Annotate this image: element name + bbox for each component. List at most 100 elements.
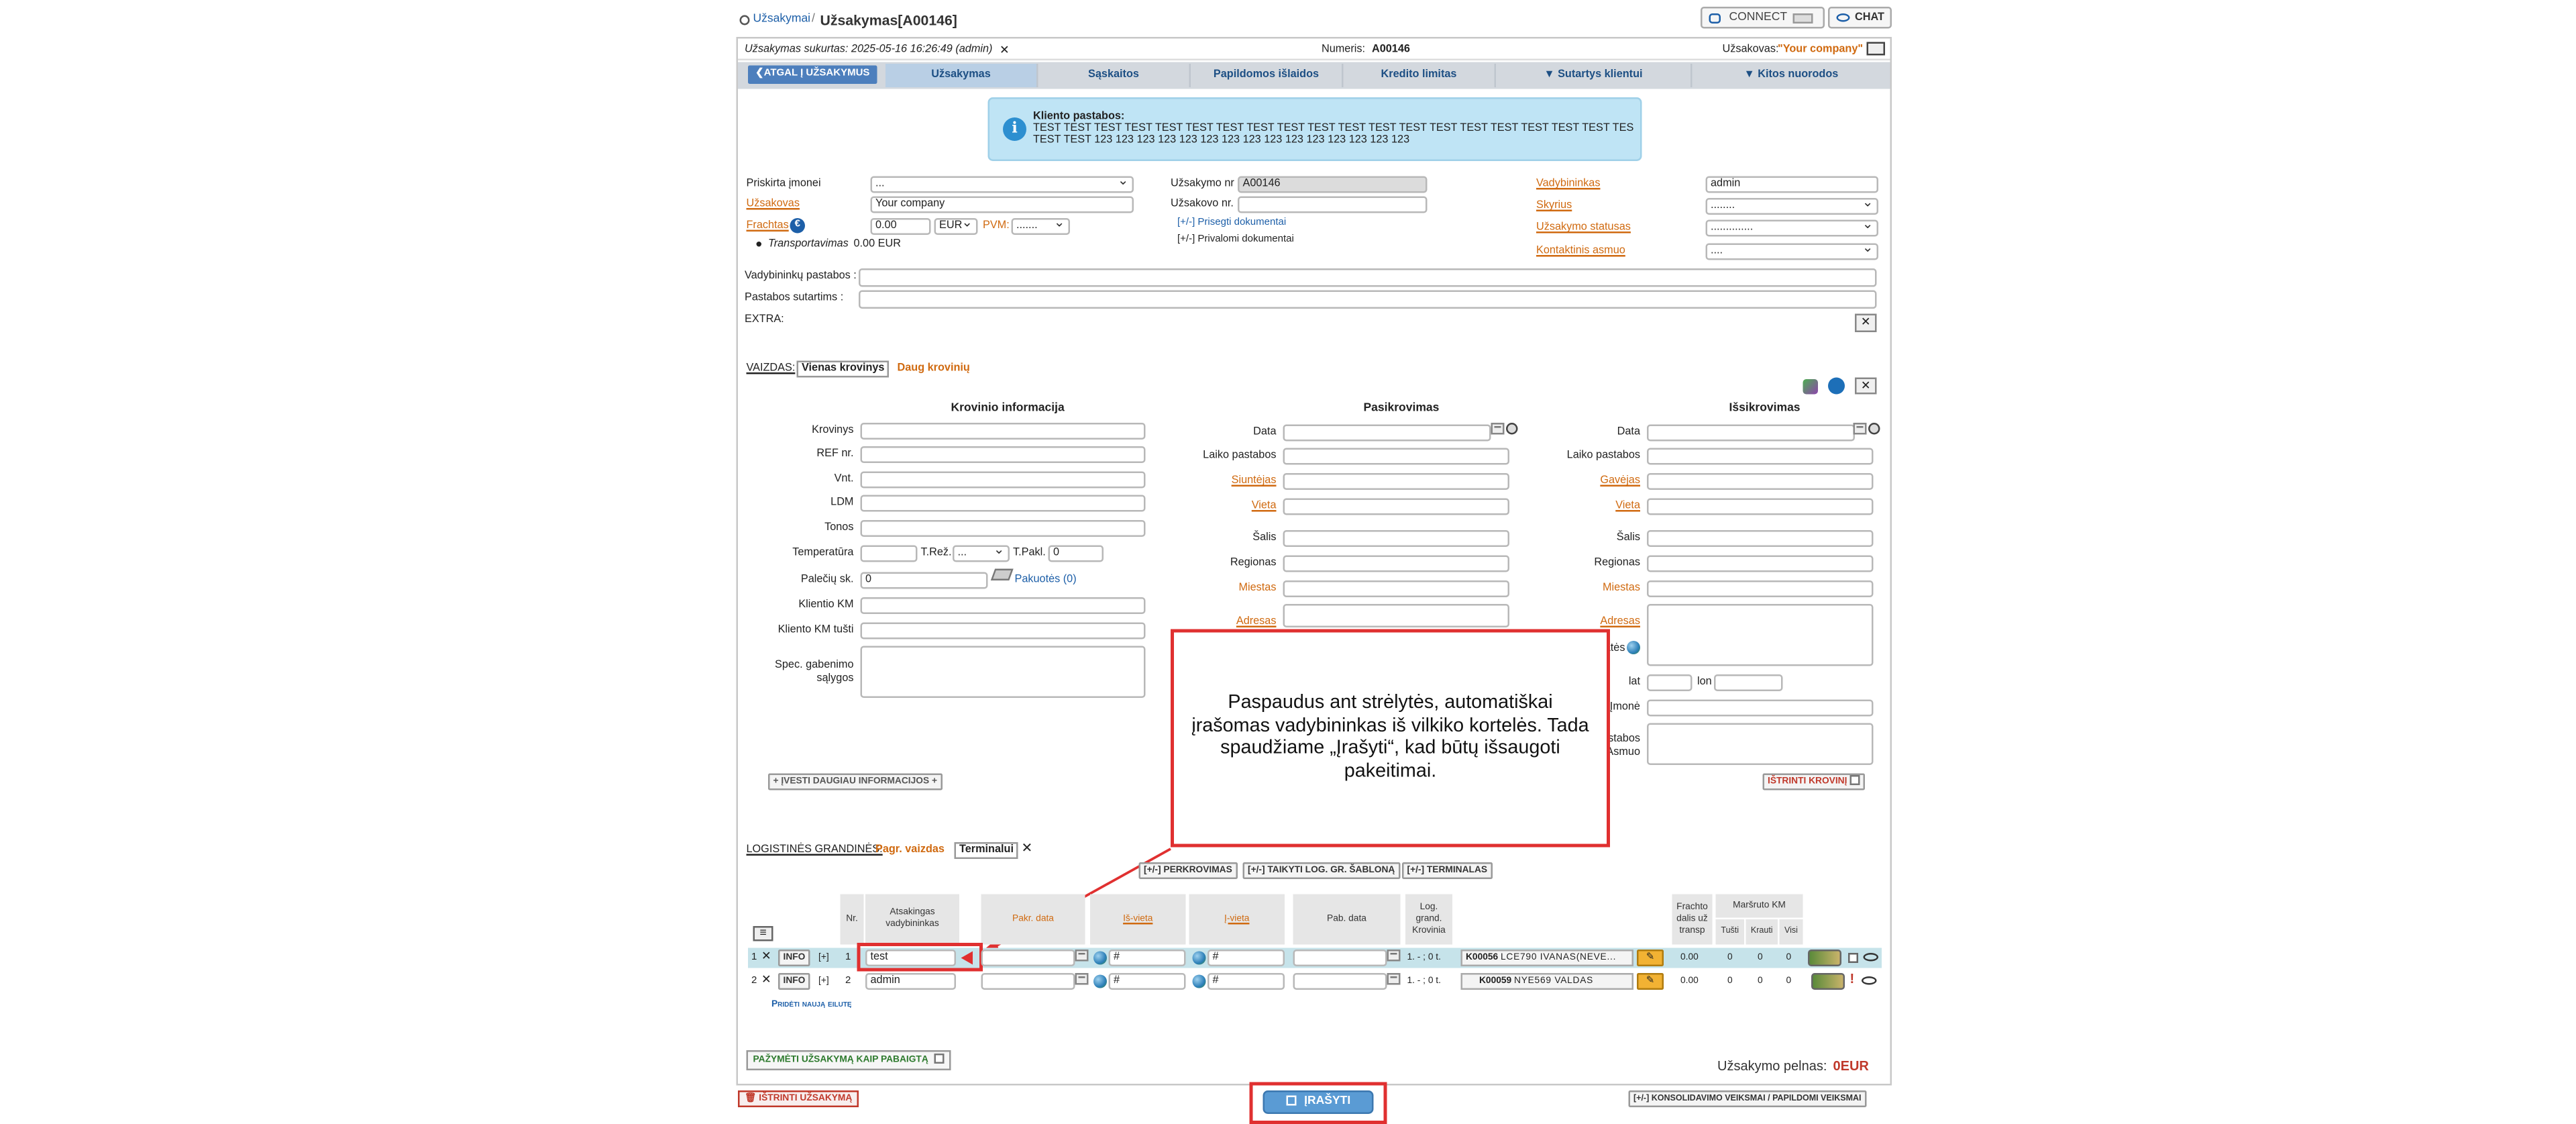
connect-button[interactable]: CONNECT [1701, 7, 1825, 29]
brand-icon[interactable] [1828, 378, 1845, 395]
card-icon[interactable] [1867, 42, 1886, 56]
row-to-input[interactable]: # [1208, 973, 1285, 990]
customer-nr-input[interactable] [1238, 197, 1428, 213]
row-expand-button[interactable]: [+] [818, 952, 829, 965]
row-loading-calendar-icon[interactable] [1075, 973, 1089, 985]
vat-select[interactable]: ....... [1012, 218, 1071, 235]
row-delete-icon[interactable]: ✕ [761, 973, 771, 986]
unloading-contact-textarea[interactable] [1647, 723, 1874, 766]
loading-address-textarea[interactable] [1283, 604, 1510, 627]
loading-country-input[interactable] [1283, 530, 1510, 547]
ref-input[interactable] [861, 446, 1146, 463]
row-to-globe-icon[interactable] [1193, 952, 1206, 965]
row-expand-button[interactable]: [+] [818, 975, 829, 988]
department-select[interactable]: ........ [1706, 198, 1879, 215]
tab-extra-costs[interactable]: Papildomos išlaidos [1191, 64, 1344, 87]
contract-notes-textarea[interactable] [859, 291, 1877, 309]
logistics-terminal-button[interactable]: Terminalui [955, 842, 1019, 859]
save-button[interactable]: ĮRAŠYTI [1263, 1090, 1374, 1114]
cargo-input[interactable] [861, 423, 1146, 440]
row-unloading-date-input[interactable] [1293, 973, 1387, 990]
delete-cargo-checkbox[interactable] [1850, 775, 1860, 785]
unloading-address-textarea[interactable] [1647, 604, 1874, 666]
unloading-place-input[interactable] [1647, 499, 1874, 515]
required-documents-link[interactable]: [+/-] Privalomi dokumentai [1177, 234, 1294, 247]
row-info-button[interactable]: INFO [778, 973, 810, 990]
chat-button[interactable]: CHAT [1828, 7, 1892, 29]
tons-input[interactable] [861, 520, 1146, 537]
transshipment-button[interactable]: [+/-] PERKROVIMAS [1139, 862, 1238, 879]
tab-contracts[interactable]: ▼ Sutartys klientui [1496, 64, 1693, 87]
currency-select[interactable]: EUR [934, 218, 978, 235]
add-row-link[interactable]: Pridėti naują eilutę [771, 1000, 852, 1010]
special-conditions-textarea[interactable] [861, 646, 1146, 699]
row-manager-input[interactable]: admin [865, 973, 956, 990]
pallets-input[interactable]: 0 [861, 572, 988, 589]
loading-place-input[interactable] [1283, 499, 1510, 515]
manager-input[interactable]: admin [1706, 176, 1879, 193]
row-from-input[interactable]: # [1109, 950, 1186, 966]
cargo-tools-icon[interactable]: ✕ [1855, 378, 1877, 395]
delete-cargo-button[interactable]: IŠTRINTI KROVINĮ [1763, 774, 1866, 790]
brush-icon[interactable] [1803, 379, 1819, 395]
customer-field-label[interactable]: Užsakovas [747, 198, 800, 211]
row-from-input[interactable]: # [1109, 973, 1186, 990]
loading-calendar-icon[interactable] [1491, 423, 1505, 435]
mark-done-button[interactable]: PAŽYMĖTI UŽSAKYMĄ KAIP PABAIGTĄ [747, 1050, 951, 1070]
manager-notes-textarea[interactable] [859, 268, 1877, 287]
units-input[interactable] [861, 472, 1146, 489]
lat-input[interactable] [1647, 674, 1693, 691]
temperature-input[interactable] [861, 546, 918, 562]
terminal-button[interactable]: [+/-] TERMINALAS [1402, 862, 1493, 879]
row-truck-icon[interactable] [1811, 973, 1845, 990]
extra-tools-icon[interactable]: ✕ [1855, 314, 1877, 333]
breadcrumb-parent-link[interactable]: Užsakymai [753, 13, 811, 25]
single-cargo-view-button[interactable]: Vienas krovinys [797, 361, 890, 378]
customer-input[interactable]: Your company [871, 197, 1134, 213]
unloading-country-input[interactable] [1647, 530, 1874, 547]
unloading-city-input[interactable] [1647, 580, 1874, 597]
consolidation-actions-button[interactable]: [+/-] KONSOLIDAVIMO VEIKSMAI / PAPILDOMI… [1629, 1090, 1866, 1107]
receiver-label[interactable]: Gavėjas [1572, 475, 1641, 489]
row-delete-icon[interactable]: ✕ [761, 950, 771, 963]
connect-toggle[interactable] [1793, 13, 1813, 23]
row-edit-pencil-icon[interactable]: ✎ [1637, 950, 1664, 966]
row-eye-icon[interactable] [1864, 953, 1879, 962]
tools-icon[interactable]: ✕ [1000, 44, 1010, 57]
unloading-time-notes-input[interactable] [1647, 448, 1874, 465]
row-info-button[interactable]: INFO [778, 950, 810, 966]
row-loading-date-input[interactable] [981, 973, 1075, 990]
loading-date-input[interactable] [1283, 425, 1491, 442]
freight-label[interactable]: Frachtas [747, 220, 789, 234]
delete-order-button[interactable]: 🗑 IŠTRINTI UŽSAKYMĄ [738, 1090, 859, 1107]
row-to-globe-icon[interactable] [1193, 975, 1206, 988]
row-truck-button[interactable]: K00059 NYE569 VALDAS [1461, 973, 1634, 990]
row-from-globe-icon[interactable] [1093, 952, 1107, 965]
ldm-input[interactable] [861, 495, 1146, 512]
sender-label[interactable]: Siuntėjas [1208, 475, 1277, 489]
mark-done-checkbox[interactable] [934, 1054, 945, 1064]
attach-documents-link[interactable]: [+/-] Prisegti dokumentai [1177, 217, 1286, 230]
order-status-select[interactable]: .............. [1706, 220, 1879, 237]
loading-region-input[interactable] [1283, 556, 1510, 572]
unloading-region-input[interactable] [1647, 556, 1874, 572]
receiver-input[interactable] [1647, 473, 1874, 490]
loading-time-notes-input[interactable] [1283, 448, 1510, 465]
packages-link[interactable]: Pakuotės (0) [1015, 574, 1077, 587]
treg-select[interactable]: ... [953, 546, 1010, 562]
row-unloading-calendar-icon[interactable] [1387, 950, 1401, 962]
row-from-globe-icon[interactable] [1093, 975, 1107, 988]
logistics-main-view-link[interactable]: Pagr. vaizdas [875, 844, 945, 856]
unloading-calendar-icon[interactable] [1854, 423, 1867, 435]
assigned-company-select[interactable]: ... [871, 176, 1134, 193]
more-info-button[interactable]: + ĮVESTI DAUGIAU INFORMACIJOS + [768, 774, 942, 790]
tpakl-input[interactable]: 0 [1049, 546, 1104, 562]
row-truck-button[interactable]: K00056 LCE790 IVANAS(NEVE... [1461, 950, 1634, 966]
row-truck-icon[interactable] [1808, 950, 1841, 966]
unloading-company-input[interactable] [1647, 700, 1874, 717]
tab-credit-limit[interactable]: Kredito limitas [1344, 64, 1497, 87]
row-checkbox[interactable] [1848, 953, 1858, 963]
row-loading-date-input[interactable] [981, 950, 1075, 966]
unloading-clear-icon[interactable] [1868, 423, 1880, 435]
menu-icon[interactable]: ≡ [753, 926, 773, 941]
